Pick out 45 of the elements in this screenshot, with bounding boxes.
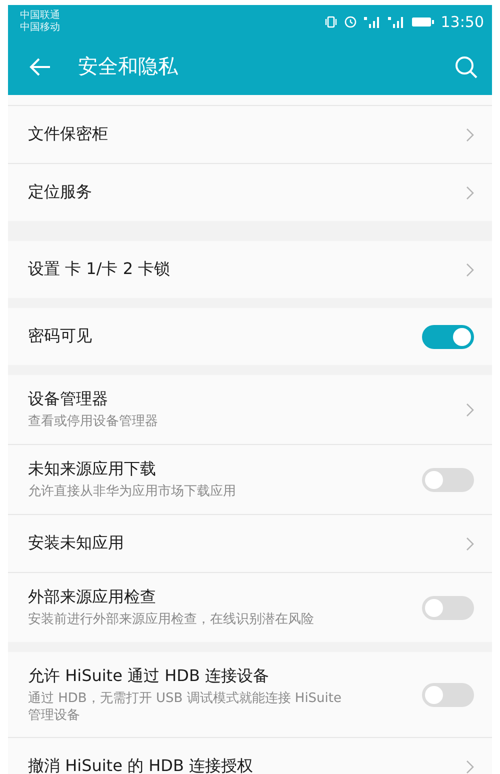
toggle-switch[interactable]: [422, 324, 474, 348]
settings-row[interactable]: 安装未知应用: [8, 515, 492, 573]
chevron-icon: [466, 262, 474, 276]
settings-row[interactable]: 密码可见: [8, 308, 492, 365]
chevron-icon: [466, 186, 474, 200]
toggle-switch[interactable]: [422, 468, 474, 492]
signal-icon: [362, 16, 381, 28]
toggle-switch[interactable]: [422, 682, 474, 706]
settings-row[interactable]: 文件保密柜: [8, 106, 492, 164]
setting-title: 未知来源应用下载: [28, 459, 157, 480]
vibrate-icon: [324, 16, 338, 28]
setting-title: 定位服务: [28, 182, 93, 203]
settings-row[interactable]: 撤消 HiSuite 的 HDB 连接授权: [8, 738, 492, 774]
page-title: 安全和隐私: [78, 53, 179, 80]
chevron-icon: [466, 402, 474, 416]
setting-description: 通过 HDB，无需打开 USB 调试模式就能连接 HiSuite 管理设备: [28, 690, 343, 724]
setting-title: 安装未知应用: [28, 533, 125, 554]
settings-row[interactable]: 定位服务: [8, 164, 492, 221]
settings-row[interactable]: 允许 HiSuite 通过 HDB 连接设备 通过 HDB，无需打开 USB 调试模式就能连接 HiSuite 管理设备: [8, 652, 492, 738]
setting-title: 允许 HiSuite 通过 HDB 连接设备: [28, 666, 270, 686]
back-arrow-icon[interactable]: [28, 56, 52, 76]
settings-row[interactable]: 设置 卡 1/卡 2 卡锁: [8, 241, 492, 298]
toggle-switch[interactable]: [422, 596, 474, 620]
setting-description: 查看或停用设备管理器: [28, 413, 159, 430]
setting-title: 密码可见: [28, 326, 93, 347]
signal-icon: [386, 16, 405, 28]
settings-row[interactable]: 设备管理器 查看或停用设备管理器: [8, 375, 492, 445]
setting-title: 文件保密柜: [28, 124, 109, 145]
chevron-icon: [466, 128, 474, 142]
setting-title: 设备管理器: [28, 389, 109, 410]
setting-description: 安装前进行外部来源应用检查，在线识别潜在风险: [28, 611, 315, 628]
chevron-icon: [466, 760, 474, 774]
battery-icon: [410, 16, 435, 28]
carrier-name: 中国移动: [20, 22, 60, 34]
setting-description: 允许直接从非华为应用市场下载应用: [28, 483, 237, 500]
search-icon[interactable]: [454, 54, 478, 78]
settings-row[interactable]: 未知来源应用下载 允许直接从非华为应用市场下载应用: [8, 445, 492, 515]
carrier-name: 中国联通: [20, 10, 60, 22]
setting-title: 设置 卡 1/卡 2 卡锁: [28, 259, 172, 280]
settings-row[interactable]: 外部来源应用检查 安装前进行外部来源应用检查，在线识别潜在风险: [8, 573, 492, 642]
setting-title: 撤消 HiSuite 的 HDB 连接授权: [28, 756, 254, 774]
setting-title: 外部来源应用检查: [28, 587, 157, 608]
alarm-icon: [344, 15, 357, 28]
clock-time: 13:50: [440, 12, 484, 30]
chevron-icon: [466, 536, 474, 550]
